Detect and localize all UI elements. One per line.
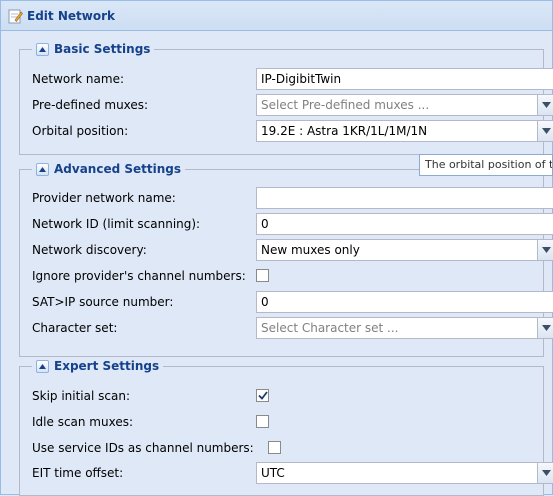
network-name-value: IP-DigibitTwin — [261, 72, 342, 86]
orbital-position-value: 19.2E : Astra 1KR/1L/1M/1N — [261, 124, 428, 138]
collapse-icon[interactable] — [36, 42, 49, 56]
tooltip-text: The orbital position of the satellite yo… — [425, 158, 553, 171]
network-id-input[interactable]: 0 — [256, 213, 553, 235]
ignore-channel-numbers-checkbox[interactable] — [256, 269, 269, 282]
skip-initial-scan-label: Skip initial scan: — [32, 389, 130, 403]
edit-icon — [7, 8, 23, 24]
eit-offset-value: UTC — [261, 466, 285, 480]
predefined-muxes-placeholder: Select Pre-defined muxes ... — [261, 98, 430, 112]
collapse-icon[interactable] — [36, 359, 49, 373]
chevron-down-icon[interactable] — [537, 240, 553, 260]
satip-source-value: 0 — [261, 295, 269, 309]
orbital-position-label: Orbital position: — [32, 124, 129, 138]
provider-network-name-label: Provider network name: — [32, 191, 176, 205]
idle-scan-muxes-checkbox[interactable] — [256, 415, 269, 428]
network-name-input[interactable]: IP-DigibitTwin — [256, 68, 553, 90]
network-discovery-value: New muxes only — [261, 243, 360, 257]
character-set-select[interactable]: Select Character set ... — [256, 317, 553, 339]
checkmark-icon — [257, 391, 268, 400]
advanced-settings-title: Advanced Settings — [54, 162, 182, 176]
basic-settings-section: Basic Settings Network name: IP-DigibitT… — [19, 41, 553, 155]
predefined-muxes-label: Pre-defined muxes: — [32, 98, 149, 112]
advanced-settings-legend[interactable]: Advanced Settings — [32, 161, 186, 177]
collapse-icon[interactable] — [36, 162, 49, 176]
predefined-muxes-select[interactable]: Select Pre-defined muxes ... — [256, 94, 553, 116]
character-set-label: Character set: — [32, 321, 118, 335]
network-discovery-label: Network discovery: — [32, 243, 147, 257]
chevron-down-icon[interactable] — [537, 121, 553, 141]
orbital-position-tooltip: The orbital position of the satellite yo… — [419, 154, 553, 176]
network-id-value: 0 — [261, 217, 269, 231]
network-id-label: Network ID (limit scanning): — [32, 217, 201, 231]
basic-settings-legend[interactable]: Basic Settings — [32, 41, 155, 57]
advanced-settings-section: Advanced Settings Provider network name:… — [19, 161, 553, 357]
character-set-placeholder: Select Character set ... — [261, 321, 399, 335]
window-titlebar[interactable]: Edit Network — [1, 1, 552, 31]
chevron-down-icon[interactable] — [537, 463, 553, 483]
chevron-down-icon[interactable] — [537, 318, 553, 338]
idle-scan-muxes-label: Idle scan muxes: — [32, 415, 134, 429]
eit-offset-label: EIT time offset: — [32, 466, 124, 480]
network-name-label: Network name: — [32, 72, 124, 86]
ignore-channel-numbers-label: Ignore provider's channel numbers: — [32, 269, 246, 283]
expert-settings-legend[interactable]: Expert Settings — [32, 358, 164, 374]
satip-source-label: SAT>IP source number: — [32, 295, 174, 309]
window-title: Edit Network — [27, 9, 115, 23]
expert-settings-section: Expert Settings Skip initial scan: Idle … — [19, 358, 553, 496]
edit-network-window: Edit Network Basic Settings Network name… — [0, 0, 553, 496]
satip-source-input[interactable]: 0 — [256, 291, 553, 313]
orbital-position-select[interactable]: 19.2E : Astra 1KR/1L/1M/1N — [256, 120, 553, 142]
basic-settings-title: Basic Settings — [54, 42, 151, 56]
skip-initial-scan-checkbox[interactable] — [256, 389, 269, 402]
service-ids-checkbox[interactable] — [268, 441, 281, 454]
expert-settings-title: Expert Settings — [54, 359, 160, 373]
network-discovery-select[interactable]: New muxes only — [256, 239, 553, 261]
eit-offset-select[interactable]: UTC — [256, 462, 553, 484]
chevron-down-icon[interactable] — [537, 95, 553, 115]
service-ids-label: Use service IDs as channel numbers: — [32, 441, 254, 455]
provider-network-name-input[interactable] — [256, 187, 553, 209]
form-body: Basic Settings Network name: IP-DigibitT… — [1, 31, 553, 496]
